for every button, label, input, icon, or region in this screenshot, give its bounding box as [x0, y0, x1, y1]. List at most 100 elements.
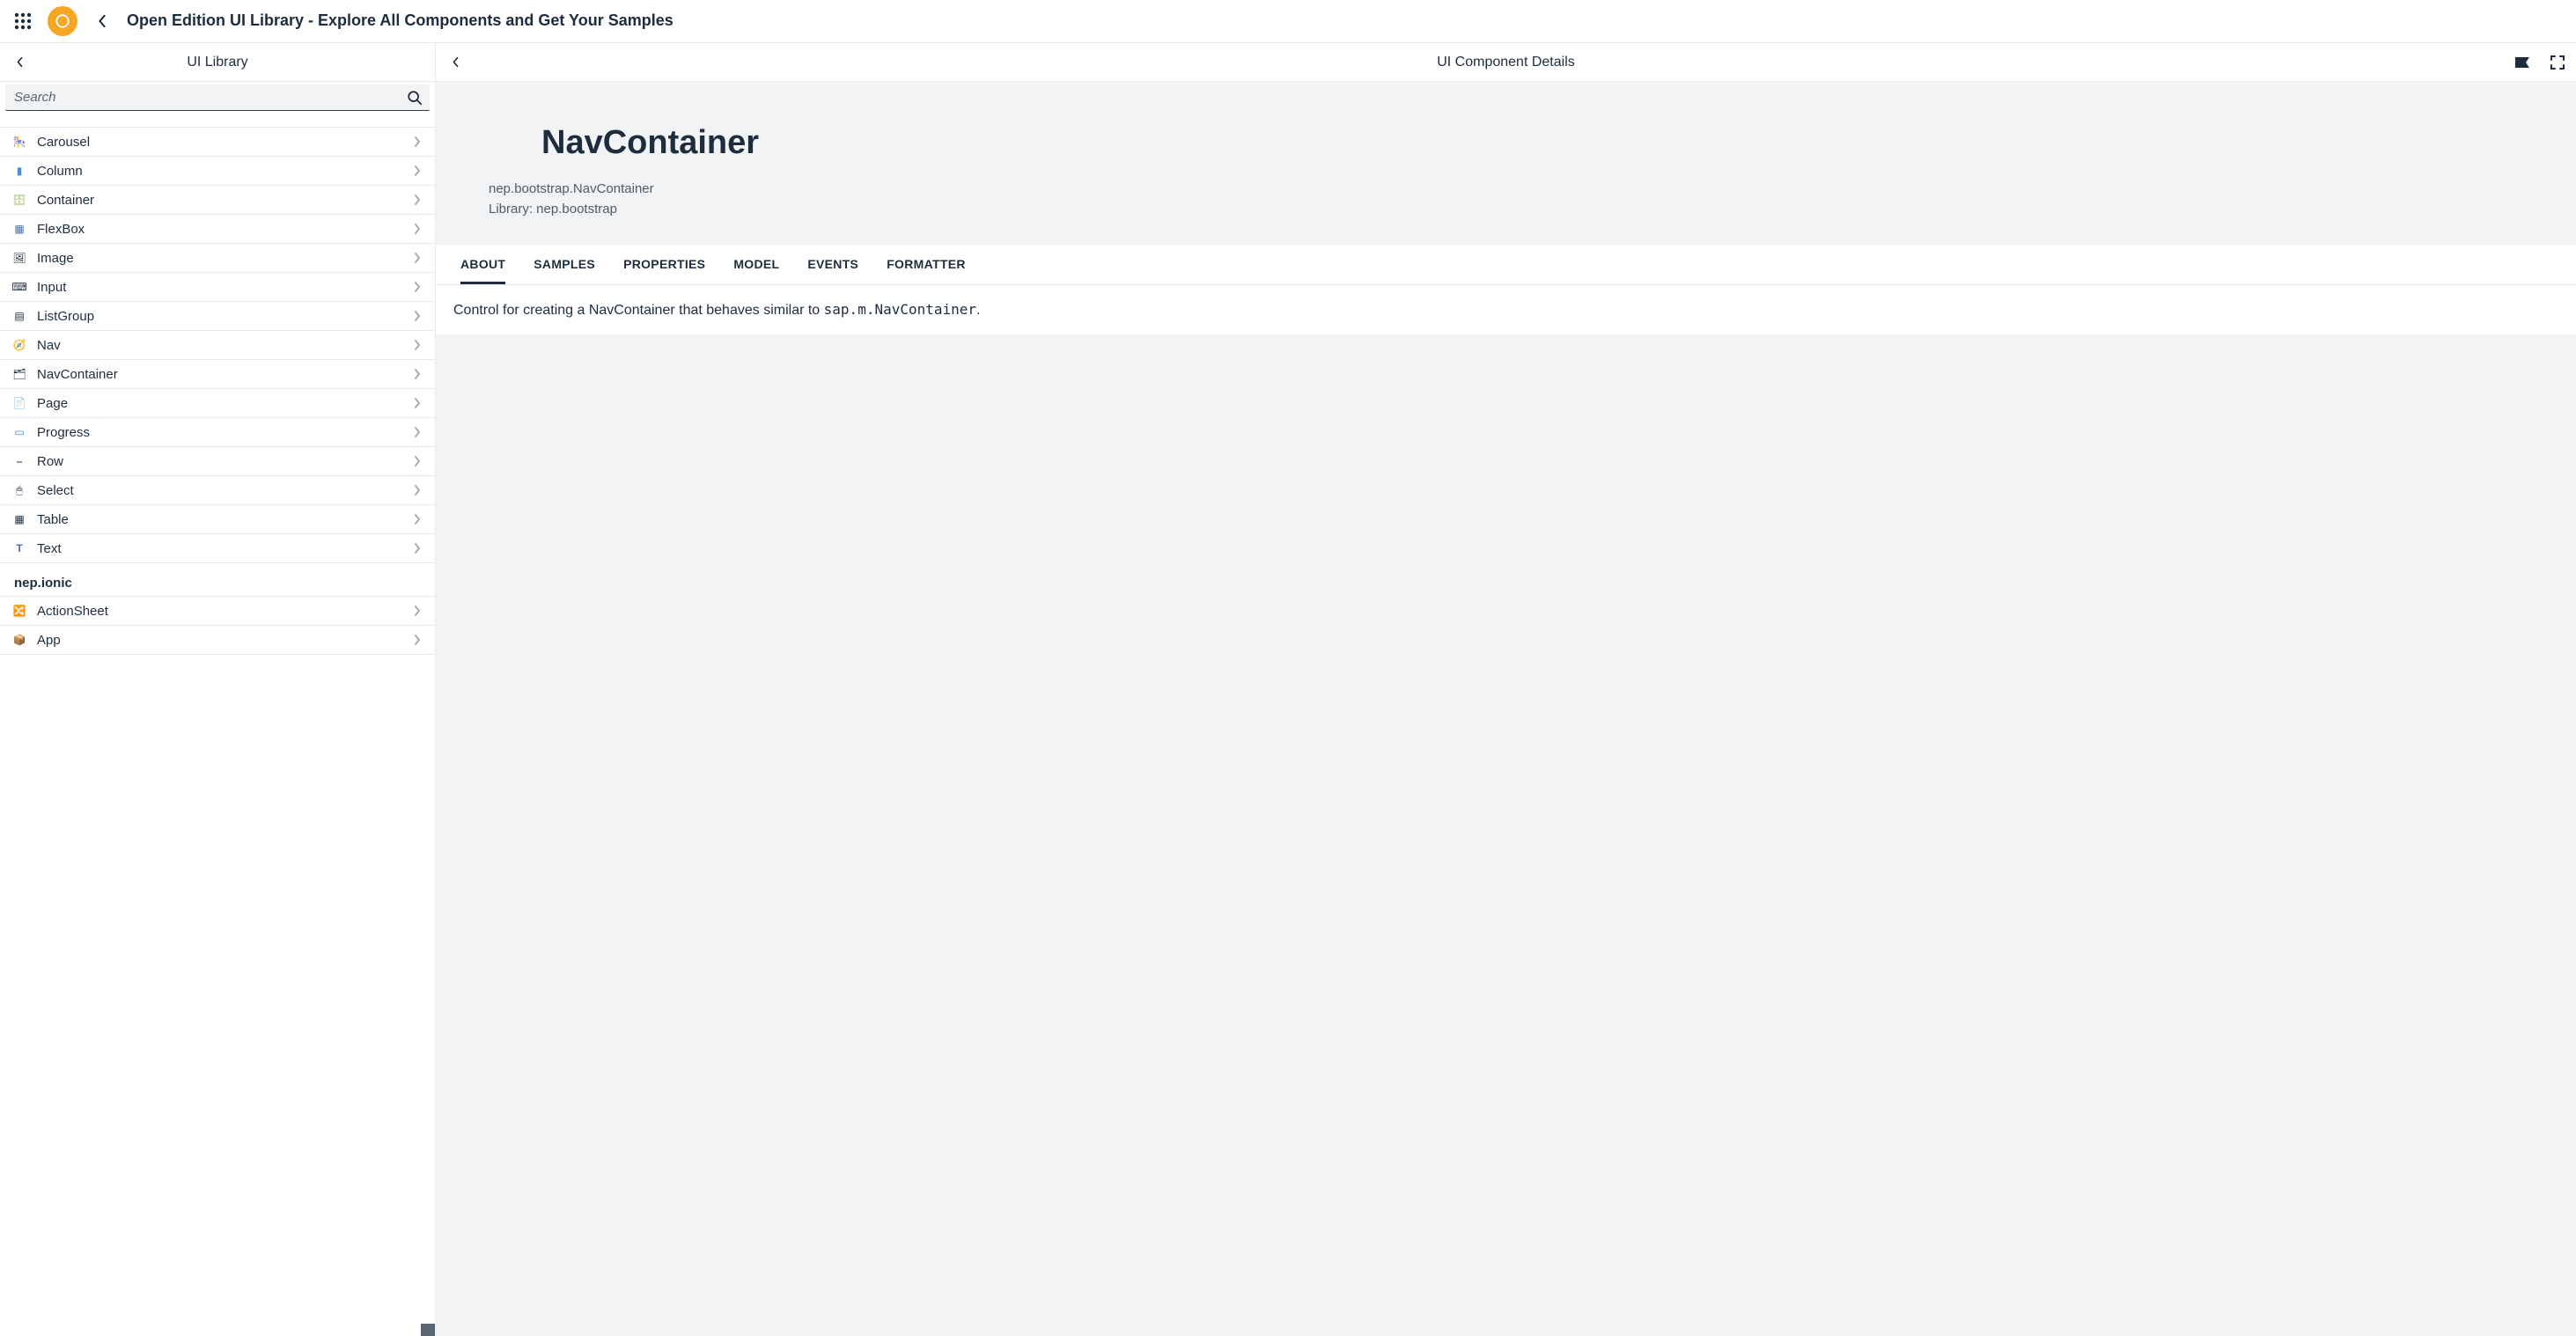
search-wrap — [0, 82, 435, 111]
detail-header: UI Component Details — [436, 43, 2576, 82]
avatar[interactable] — [48, 6, 77, 36]
sidebar-item-app[interactable]: 📦 App — [0, 626, 435, 655]
sidebar-item-carousel[interactable]: 🎠 Carousel — [0, 128, 435, 157]
tab-events[interactable]: EVENTS — [807, 245, 858, 284]
sidebar-item-input[interactable]: ⌨ Input — [0, 273, 435, 302]
chevron-right-icon — [414, 514, 423, 525]
sidebar-item-listgroup[interactable]: ▤ ListGroup — [0, 302, 435, 331]
flexbox-icon: ▦ — [12, 222, 26, 236]
image-icon: 🖼 — [12, 251, 26, 265]
sidebar-item-nav[interactable]: 🧭 Nav — [0, 331, 435, 360]
chevron-right-icon — [414, 224, 423, 234]
sidebar-item-select[interactable]: 🖱 Select — [0, 476, 435, 505]
detail-hero: NavContainer nep.bootstrap.NavContainer … — [436, 82, 2576, 245]
chevron-right-icon — [414, 195, 423, 205]
sidebar-item-actionsheet[interactable]: 🔀 ActionSheet — [0, 597, 435, 626]
tab-content-about: Control for creating a NavContainer that… — [436, 285, 2576, 334]
component-library: Library: nep.bootstrap — [489, 202, 2523, 217]
sidebar-item-table[interactable]: ▦ Table — [0, 505, 435, 534]
sidebar-item-label: Table — [37, 512, 403, 527]
sidebar-item-label: Text — [37, 541, 403, 556]
tab-formatter[interactable]: FORMATTER — [887, 245, 966, 284]
search-icon[interactable] — [407, 90, 423, 106]
sidebar-item-label: Carousel — [37, 135, 403, 150]
row-icon: ⎯ — [12, 454, 26, 468]
progress-icon: ▭ — [12, 425, 26, 439]
chevron-right-icon — [414, 398, 423, 408]
sidebar: UI Library 🎠 Carousel ▮ Column 🗄 — [0, 43, 436, 1336]
tabs: ABOUT SAMPLES PROPERTIES MODEL EVENTS FO… — [436, 245, 2576, 285]
about-text-suffix: . — [976, 303, 980, 318]
sidebar-item-label: Column — [37, 164, 403, 179]
chevron-right-icon — [414, 282, 423, 292]
sidebar-item-label: Select — [37, 483, 403, 498]
detail-pane: UI Component Details NavContainer nep.bo… — [436, 43, 2576, 1336]
chevron-right-icon — [414, 606, 423, 616]
search-input[interactable] — [5, 84, 430, 110]
table-icon: ▦ — [12, 512, 26, 526]
chevron-right-icon — [414, 427, 423, 437]
sidebar-item-flexbox[interactable]: ▦ FlexBox — [0, 215, 435, 244]
listgroup-icon: ▤ — [12, 309, 26, 323]
sidebar-item-label: ListGroup — [37, 309, 403, 324]
sidebar-item-label: NavContainer — [37, 367, 403, 382]
chevron-right-icon — [414, 311, 423, 321]
chevron-right-icon — [414, 340, 423, 350]
top-back-button[interactable] — [90, 9, 114, 33]
detail-body: ABOUT SAMPLES PROPERTIES MODEL EVENTS FO… — [436, 245, 2576, 334]
about-code: sap.m.NavContainer — [824, 301, 976, 318]
search-box — [5, 84, 430, 111]
sidebar-item-label: Nav — [37, 338, 403, 353]
about-text-prefix: Control for creating a NavContainer that… — [453, 303, 824, 318]
page-title: Open Edition UI Library - Explore All Co… — [127, 11, 673, 30]
sidebar-item-container[interactable]: 🗄 Container — [0, 186, 435, 215]
sidebar-item-row[interactable]: ⎯ Row — [0, 447, 435, 476]
sidebar-item-label: App — [37, 633, 403, 648]
sidebar-item-page[interactable]: 📄 Page — [0, 389, 435, 418]
tab-samples[interactable]: SAMPLES — [534, 245, 595, 284]
sidebar-scrollbar[interactable] — [421, 1324, 435, 1336]
chevron-right-icon — [414, 635, 423, 645]
sidebar-item-image[interactable]: 🖼 Image — [0, 244, 435, 273]
detail-header-title: UI Component Details — [436, 55, 2576, 70]
component-title: NavContainer — [541, 124, 2523, 162]
select-icon: 🖱 — [12, 483, 26, 497]
sidebar-item-text[interactable]: T Text — [0, 534, 435, 563]
input-icon: ⌨ — [12, 280, 26, 294]
sidebar-item-label: Progress — [37, 425, 403, 440]
sidebar-item-column[interactable]: ▮ Column — [0, 157, 435, 186]
page-icon: 📄 — [12, 396, 26, 410]
detail-actions — [2513, 53, 2567, 72]
sidebar-item-progress[interactable]: ▭ Progress — [0, 418, 435, 447]
actionsheet-icon: 🔀 — [12, 604, 26, 618]
chevron-right-icon — [414, 136, 423, 147]
app-icon: 📦 — [12, 633, 26, 647]
chevron-right-icon — [414, 543, 423, 554]
sidebar-item-label: ActionSheet — [37, 604, 403, 619]
flag-icon[interactable] — [2513, 53, 2532, 72]
chevron-right-icon — [414, 165, 423, 176]
top-bar: Open Edition UI Library - Explore All Co… — [0, 0, 2576, 42]
sidebar-item-label: Page — [37, 396, 403, 411]
tab-about[interactable]: ABOUT — [460, 245, 505, 284]
navcontainer-icon: 🗂 — [12, 367, 26, 381]
column-icon: ▮ — [12, 164, 26, 178]
sidebar-item-navcontainer[interactable]: 🗂 NavContainer — [0, 360, 435, 389]
apps-grid-icon[interactable] — [11, 9, 35, 33]
sidebar-back-button[interactable] — [0, 57, 39, 67]
main-area: UI Library 🎠 Carousel ▮ Column 🗄 — [0, 42, 2576, 1336]
chevron-right-icon — [414, 456, 423, 466]
component-list[interactable]: 🎠 Carousel ▮ Column 🗄 Container ▦ FlexBo… — [0, 127, 435, 1336]
sidebar-item-label: Container — [37, 193, 403, 208]
chevron-right-icon — [414, 253, 423, 263]
fullscreen-icon[interactable] — [2548, 53, 2567, 72]
tab-properties[interactable]: PROPERTIES — [623, 245, 705, 284]
sidebar-item-label: Input — [37, 280, 403, 295]
sidebar-header: UI Library — [0, 43, 435, 82]
chevron-right-icon — [414, 485, 423, 495]
tab-model[interactable]: MODEL — [733, 245, 779, 284]
sidebar-item-label: Row — [37, 454, 403, 469]
detail-back-button[interactable] — [436, 57, 475, 67]
carousel-icon: 🎠 — [12, 135, 26, 149]
chevron-right-icon — [414, 369, 423, 379]
